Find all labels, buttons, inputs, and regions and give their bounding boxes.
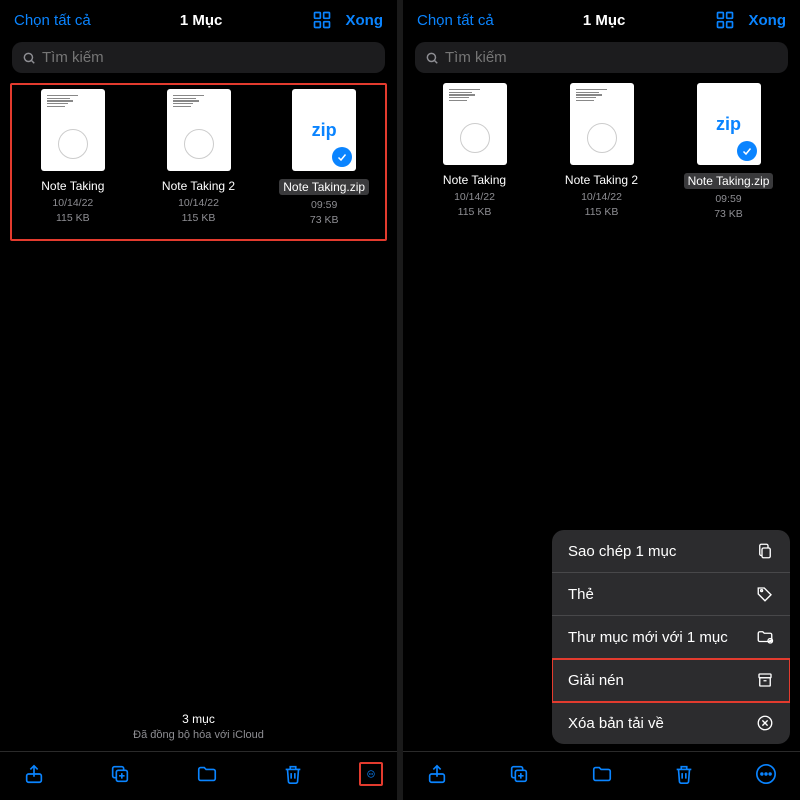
file-meta: 09:5973 KB bbox=[714, 192, 743, 221]
move-button[interactable] bbox=[195, 762, 219, 786]
delete-button[interactable] bbox=[672, 762, 696, 786]
context-menu: Sao chép 1 mục Thẻ Thư mục mới với 1 mục… bbox=[552, 530, 790, 744]
menu-tag[interactable]: Thẻ bbox=[552, 573, 790, 616]
zip-label-icon: zip bbox=[312, 120, 337, 141]
zip-thumbnail: zip bbox=[697, 83, 761, 165]
archive-icon bbox=[756, 671, 774, 689]
tag-icon bbox=[756, 585, 774, 603]
file-meta: 10/14/22 115 KB bbox=[178, 196, 219, 225]
file-thumbnail bbox=[570, 83, 634, 165]
menu-new-folder[interactable]: Thư mục mới với 1 mục bbox=[552, 616, 790, 659]
menu-copy[interactable]: Sao chép 1 mục bbox=[552, 530, 790, 573]
file-name: Note Taking bbox=[443, 173, 506, 187]
header-title: 1 Mục bbox=[494, 12, 715, 29]
delete-button[interactable] bbox=[281, 762, 305, 786]
share-button[interactable] bbox=[425, 762, 449, 786]
remove-download-icon bbox=[756, 714, 774, 732]
search-field[interactable] bbox=[415, 42, 788, 73]
screen-right: Chọn tất cả 1 Mục Xong Note Taking 10/14… bbox=[403, 0, 800, 800]
done-button[interactable]: Xong bbox=[749, 12, 787, 29]
file-name: Note Taking.zip bbox=[684, 173, 774, 189]
file-meta: 09:59 73 KB bbox=[310, 198, 339, 227]
file-name: Note Taking.zip bbox=[279, 179, 369, 195]
file-item[interactable]: Note Taking 10/14/22115 KB bbox=[415, 83, 534, 221]
duplicate-button[interactable] bbox=[507, 762, 531, 786]
file-grid-highlighted: Note Taking 10/14/22 115 KB Note Taking … bbox=[10, 83, 387, 241]
view-grid-icon[interactable] bbox=[312, 10, 332, 30]
menu-remove-download[interactable]: Xóa bản tải về bbox=[552, 702, 790, 744]
item-count: 3 mục bbox=[0, 712, 397, 726]
file-item[interactable]: Note Taking 2 10/14/22115 KB bbox=[542, 83, 661, 221]
menu-label: Thẻ bbox=[568, 586, 594, 603]
header-title: 1 Mục bbox=[91, 12, 312, 29]
file-name: Note Taking 2 bbox=[162, 179, 235, 193]
menu-label: Sao chép 1 mục bbox=[568, 543, 676, 560]
file-name: Note Taking bbox=[41, 179, 104, 193]
search-input[interactable] bbox=[42, 49, 375, 66]
search-icon bbox=[22, 51, 36, 65]
file-name: Note Taking 2 bbox=[565, 173, 638, 187]
menu-label: Giải nén bbox=[568, 672, 624, 689]
select-all-button[interactable]: Chọn tất cả bbox=[14, 12, 91, 29]
menu-label: Thư mục mới với 1 mục bbox=[568, 629, 728, 646]
header: Chọn tất cả 1 Mục Xong bbox=[0, 0, 397, 38]
sync-status: Đã đồng bộ hóa với iCloud bbox=[0, 729, 397, 741]
move-button[interactable] bbox=[590, 762, 614, 786]
new-folder-icon bbox=[756, 628, 774, 646]
file-grid: Note Taking 10/14/22115 KB Note Taking 2… bbox=[403, 83, 800, 417]
view-grid-icon[interactable] bbox=[715, 10, 735, 30]
bottom-toolbar bbox=[403, 751, 800, 800]
file-item-selected[interactable]: zip Note Taking.zip 09:59 73 KB bbox=[265, 89, 383, 227]
menu-label: Xóa bản tải về bbox=[568, 715, 664, 732]
file-meta: 10/14/22115 KB bbox=[454, 190, 495, 219]
zip-label-icon: zip bbox=[716, 114, 741, 135]
file-item-selected[interactable]: zip Note Taking.zip 09:5973 KB bbox=[669, 83, 788, 221]
more-button-highlighted[interactable] bbox=[359, 762, 383, 786]
search-field[interactable] bbox=[12, 42, 385, 73]
file-thumbnail bbox=[443, 83, 507, 165]
bottom-toolbar bbox=[0, 751, 397, 800]
search-input[interactable] bbox=[445, 49, 778, 66]
screen-left: Chọn tất cả 1 Mục Xong Note Taking bbox=[0, 0, 397, 800]
copy-icon bbox=[756, 542, 774, 560]
duplicate-button[interactable] bbox=[108, 762, 132, 786]
more-button[interactable] bbox=[754, 762, 778, 786]
done-button[interactable]: Xong bbox=[346, 12, 384, 29]
file-thumbnail bbox=[167, 89, 231, 171]
menu-uncompress-highlighted[interactable]: Giải nén bbox=[552, 659, 790, 702]
selected-check-icon bbox=[737, 141, 757, 161]
status-footer: 3 mục Đã đồng bộ hóa với iCloud bbox=[0, 712, 397, 741]
file-thumbnail bbox=[41, 89, 105, 171]
select-all-button[interactable]: Chọn tất cả bbox=[417, 12, 494, 29]
search-icon bbox=[425, 51, 439, 65]
share-button[interactable] bbox=[22, 762, 46, 786]
file-meta: 10/14/22 115 KB bbox=[52, 196, 93, 225]
file-item[interactable]: Note Taking 2 10/14/22 115 KB bbox=[140, 89, 258, 227]
selected-check-icon bbox=[332, 147, 352, 167]
file-item[interactable]: Note Taking 10/14/22 115 KB bbox=[14, 89, 132, 227]
zip-thumbnail: zip bbox=[292, 89, 356, 171]
header: Chọn tất cả 1 Mục Xong bbox=[403, 0, 800, 38]
file-meta: 10/14/22115 KB bbox=[581, 190, 622, 219]
